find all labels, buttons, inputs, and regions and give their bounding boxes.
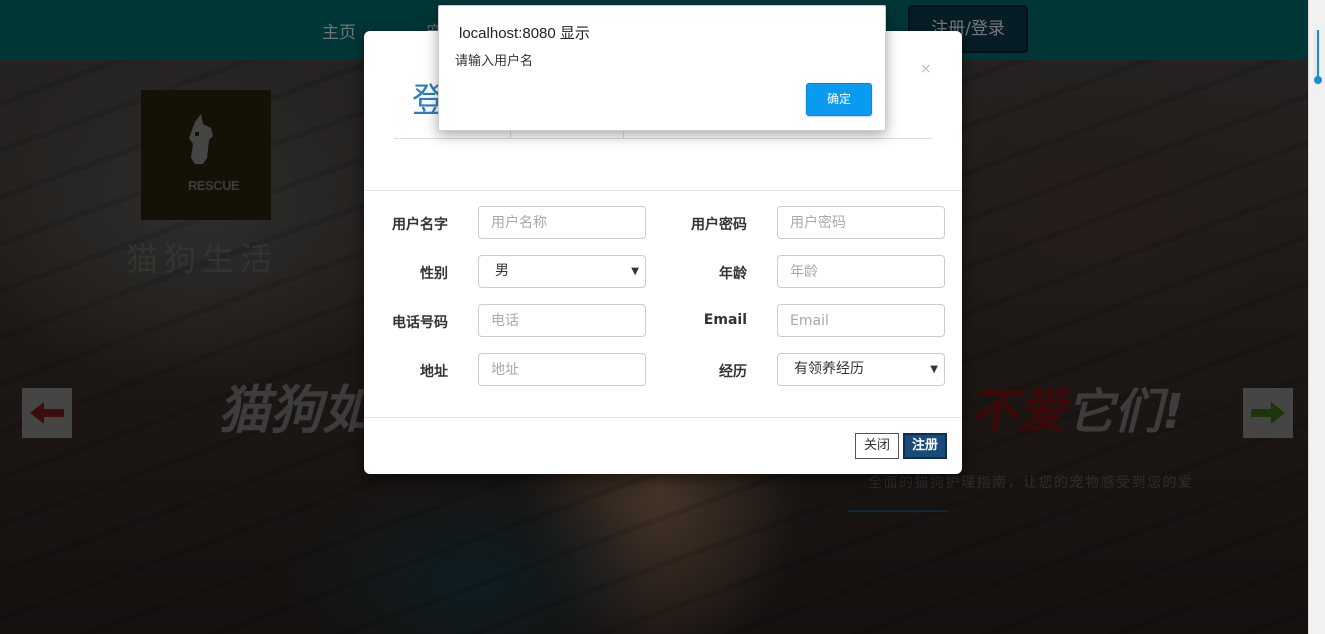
modal-header-divider (364, 190, 962, 191)
address-label: 地址 (420, 364, 448, 380)
scroll-indicator-line (1317, 30, 1319, 80)
tab-separator (510, 130, 511, 139)
chevron-down-icon: ▼ (631, 266, 639, 277)
email-input[interactable] (777, 304, 945, 337)
gender-value: 男 (495, 263, 509, 279)
phone-label: 电话号码 (392, 315, 448, 331)
scroll-indicator-dot (1314, 76, 1322, 84)
modal-register-button[interactable]: 注册 (903, 433, 947, 459)
alert-ok-button[interactable]: 确定 (806, 83, 872, 116)
username-label: 用户名字 (392, 217, 448, 233)
password-input[interactable] (777, 206, 945, 239)
address-input[interactable] (478, 353, 646, 386)
page-scrollbar[interactable] (1308, 0, 1325, 634)
modal-footer-divider (364, 417, 962, 418)
modal-close-icon[interactable]: × (920, 61, 932, 77)
age-label: 年龄 (719, 266, 747, 282)
gender-select[interactable]: 男 ▼ (478, 255, 646, 288)
phone-input[interactable] (478, 304, 646, 337)
experience-label: 经历 (719, 364, 747, 380)
alert-message: 请输入用户名 (455, 53, 534, 68)
alert-title: localhost:8080 显示 (459, 25, 590, 42)
experience-select[interactable]: 有领养经历 ▼ (777, 353, 945, 386)
tab-separator (623, 130, 624, 139)
browser-alert-dialog: localhost:8080 显示 请输入用户名 确定 (438, 5, 886, 131)
chevron-down-icon: ▼ (930, 364, 938, 375)
email-label: Email (703, 312, 747, 328)
age-input[interactable] (777, 255, 945, 288)
password-label: 用户密码 (691, 217, 747, 233)
experience-value: 有领养经历 (794, 361, 864, 377)
tab-underline (394, 138, 932, 139)
modal-close-button[interactable]: 关闭 (855, 433, 899, 459)
gender-label: 性别 (420, 266, 448, 282)
username-input[interactable] (478, 206, 646, 239)
